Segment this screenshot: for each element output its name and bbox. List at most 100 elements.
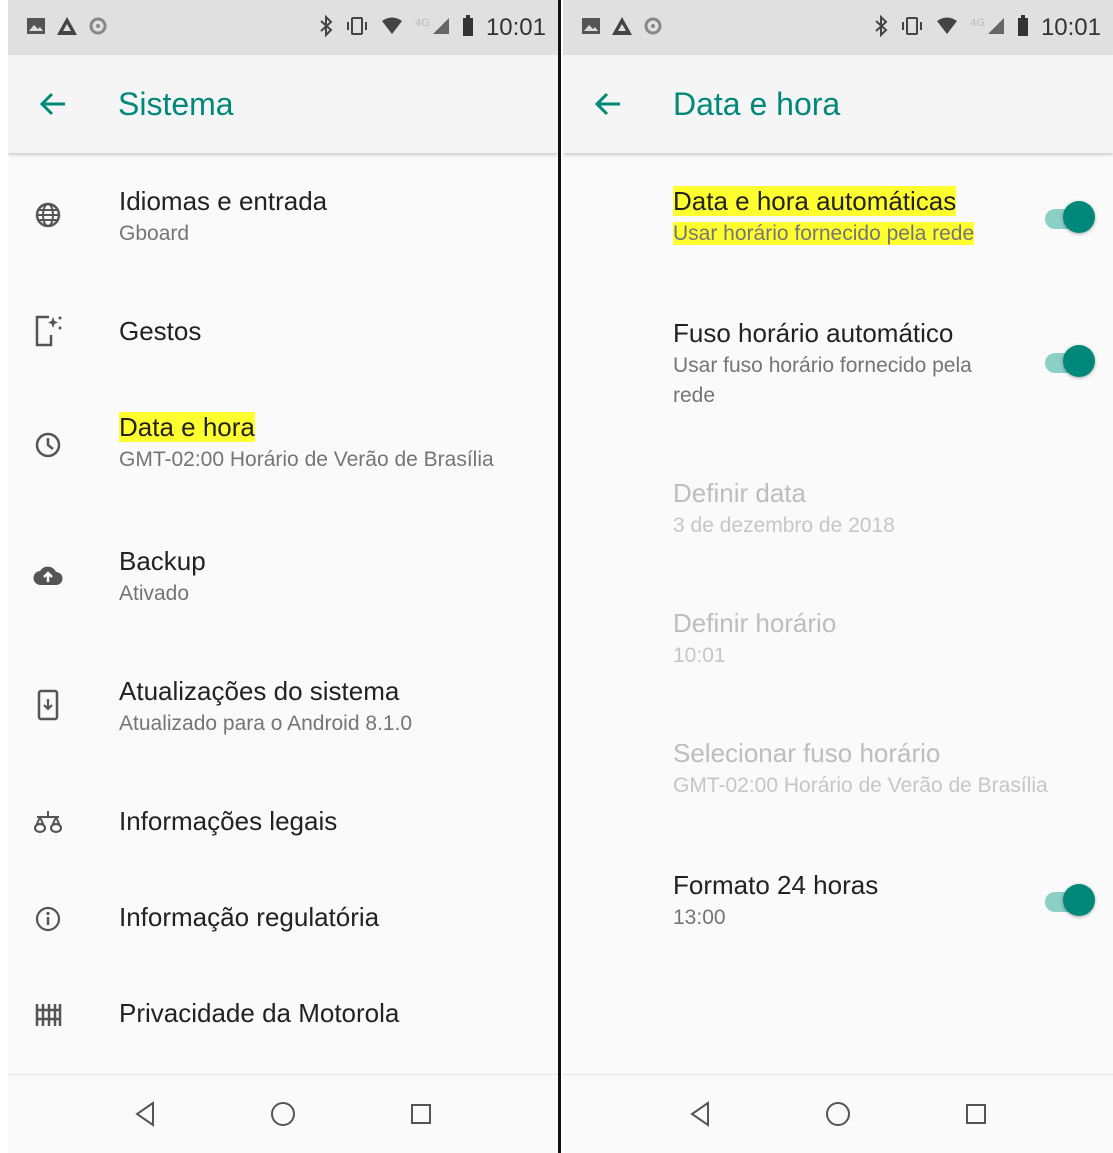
wifi-icon [381, 17, 403, 39]
vibrate-icon [345, 16, 369, 40]
navigation-bar [8, 1074, 558, 1153]
setting-subtitle: 13:00 [673, 906, 726, 929]
info-icon [28, 905, 68, 933]
bluetooth-icon [874, 14, 888, 41]
back-triangle-icon [135, 1101, 154, 1127]
settings-item-title: Privacidade da Motorola [119, 998, 400, 1028]
battery-icon [462, 14, 474, 41]
setting-24-hour-format[interactable]: Formato 24 horas 13:00 [563, 835, 1113, 965]
setting-subtitle: Usar horário fornecido pela rede [673, 222, 975, 245]
recents-square-icon [966, 1104, 986, 1124]
cloud-upload-icon [28, 563, 68, 587]
back-triangle-icon [690, 1101, 709, 1127]
globe-icon [28, 201, 68, 229]
app-bar: Sistema [8, 55, 558, 153]
vibrate-icon [900, 16, 924, 40]
cell-signal-icon [987, 17, 1005, 39]
settings-item-title: Gestos [119, 316, 202, 346]
settings-item-gestures[interactable]: Gestos [8, 285, 558, 385]
setting-subtitle: Usar fuso horário fornecido pela rede [673, 354, 972, 407]
24-hour-format-toggle[interactable] [1043, 883, 1095, 919]
app-bar: Data e hora [563, 55, 1113, 153]
system-settings-screen: 4G 10:01 Sistema Idiomas e entrada Gboar… [8, 0, 558, 1153]
setting-auto-timezone[interactable]: Fuso horário automático Usar fuso horári… [563, 285, 1113, 445]
setting-select-timezone: Selecionar fuso horário GMT-02:00 Horári… [563, 705, 1113, 835]
toggle-thumb [1063, 345, 1095, 377]
bluetooth-icon [319, 14, 333, 41]
nav-back-button[interactable] [76, 1075, 214, 1153]
status-bar: 4G 10:01 [8, 0, 558, 55]
page-title: Data e hora [673, 85, 841, 122]
settings-item-title: Data e hora [119, 412, 255, 442]
settings-item-title: Backup [119, 546, 206, 576]
settings-item-system-updates[interactable]: Atualizações do sistema Atualizado para … [8, 645, 558, 775]
home-circle-icon [271, 1102, 295, 1126]
status-time: 10:01 [1040, 13, 1101, 41]
settings-item-motorola-privacy[interactable]: Privacidade da Motorola [8, 967, 558, 1065]
settings-item-subtitle: Atualizado para o Android 8.1.0 [119, 712, 413, 735]
settings-item-date-time[interactable]: Data e hora GMT-02:00 Horário de Verão d… [8, 385, 558, 515]
drive-notification-icon [56, 16, 78, 40]
cell-signal-icon [432, 17, 450, 39]
home-circle-icon [826, 1102, 850, 1126]
settings-item-title: Atualizações do sistema [119, 676, 400, 706]
settings-item-title: Informações legais [119, 806, 338, 836]
arrow-left-icon [39, 92, 65, 116]
battery-icon [1017, 14, 1029, 41]
nav-recents-button[interactable] [907, 1075, 1045, 1153]
setting-title: Formato 24 horas [673, 870, 879, 900]
network-type-label: 4G [415, 16, 430, 29]
drive-notification-icon [611, 16, 633, 40]
setting-subtitle: 10:01 [673, 644, 726, 667]
settings-item-title: Informação regulatória [119, 902, 380, 932]
sync-notification-icon [88, 16, 108, 40]
settings-item-title: Idiomas e entrada [119, 186, 328, 216]
setting-subtitle: 3 de dezembro de 2018 [673, 514, 895, 537]
status-time: 10:01 [485, 13, 546, 41]
gallery-notification-icon [26, 16, 46, 40]
setting-auto-date-time[interactable]: Data e hora automáticas Usar horário for… [563, 155, 1113, 285]
setting-title: Data e hora automáticas [673, 186, 957, 216]
nav-home-button[interactable] [214, 1075, 352, 1153]
toggle-thumb [1063, 201, 1095, 233]
screenshot-divider [558, 0, 561, 1153]
setting-title: Definir horário [673, 608, 837, 638]
nav-back-button[interactable] [631, 1075, 769, 1153]
system-update-icon [28, 689, 68, 721]
sync-notification-icon [643, 16, 663, 40]
back-button[interactable] [8, 55, 98, 153]
arrow-left-icon [594, 92, 620, 116]
date-time-settings-screen: 4G 10:01 Data e hora Data e hora automát… [563, 0, 1113, 1153]
back-button[interactable] [563, 55, 653, 153]
settings-item-subtitle: Ativado [119, 582, 190, 605]
network-type-label: 4G [970, 16, 985, 29]
clock-icon [28, 431, 68, 459]
setting-title: Definir data [673, 478, 806, 508]
settings-item-subtitle: GMT-02:00 Horário de Verão de Brasília [119, 448, 494, 471]
setting-set-time: Definir horário 10:01 [563, 575, 1113, 705]
navigation-bar [563, 1074, 1113, 1153]
page-title: Sistema [118, 85, 234, 122]
settings-item-subtitle: Gboard [119, 222, 190, 245]
settings-item-legal[interactable]: Informações legais [8, 775, 558, 871]
toggle-thumb [1063, 884, 1095, 916]
screenshot-margin [0, 0, 8, 1153]
auto-date-time-toggle[interactable] [1043, 200, 1095, 236]
gallery-notification-icon [581, 16, 601, 40]
setting-set-date: Definir data 3 de dezembro de 2018 [563, 445, 1113, 575]
auto-timezone-toggle[interactable] [1043, 344, 1095, 380]
settings-item-regulatory[interactable]: Informação regulatória [8, 871, 558, 967]
gestures-phone-icon [28, 313, 68, 349]
settings-item-backup[interactable]: Backup Ativado [8, 515, 558, 645]
settings-item-languages[interactable]: Idiomas e entrada Gboard [8, 155, 558, 285]
recents-square-icon [411, 1104, 431, 1124]
setting-title: Fuso horário automático [673, 318, 954, 348]
nav-recents-button[interactable] [352, 1075, 490, 1153]
status-bar: 4G 10:01 [563, 0, 1113, 55]
setting-title: Selecionar fuso horário [673, 738, 941, 768]
scales-icon [28, 809, 68, 835]
nav-home-button[interactable] [769, 1075, 907, 1153]
setting-subtitle: GMT-02:00 Horário de Verão de Brasília [673, 774, 1048, 797]
wifi-icon [936, 17, 958, 39]
fence-icon [28, 1001, 68, 1029]
